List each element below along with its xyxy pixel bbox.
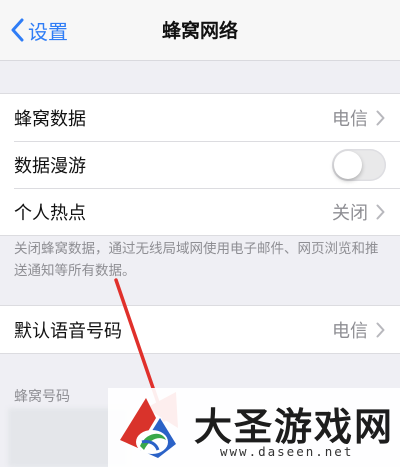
cellular-numbers-header: 蜂窝号码 <box>14 389 70 405</box>
chevron-right-icon <box>374 320 386 340</box>
data-roaming-row: 数据漫游 <box>0 141 400 188</box>
cellular-data-footnote: 关闭蜂窝数据，通过无线局域网使用电子邮件、网页浏览和推送通知等所有数据。 <box>14 241 379 279</box>
cellular-settings-group: 蜂窝数据 电信 数据漫游 个人热点 关闭 <box>0 93 400 236</box>
navigation-bar: 设置 蜂窝网络 <box>0 0 400 61</box>
cellular-data-value: 电信 <box>332 108 368 130</box>
default-voice-line-value: 电信 <box>332 320 368 342</box>
settings-screen: 设置 蜂窝网络 蜂窝数据 电信 数据漫游 个人热点 关闭 关闭蜂窝数据，通过无线… <box>0 0 400 467</box>
toggle-knob <box>334 150 362 179</box>
page-title: 蜂窝网络 <box>161 20 238 42</box>
personal-hotspot-value: 关闭 <box>332 202 368 224</box>
voice-settings-group: 默认语音号码 电信 <box>0 305 400 354</box>
data-roaming-toggle[interactable] <box>332 148 386 181</box>
data-roaming-label: 数据漫游 <box>14 155 86 177</box>
cellular-data-row[interactable]: 蜂窝数据 电信 <box>0 94 400 141</box>
chevron-right-icon <box>374 108 386 128</box>
personal-hotspot-row[interactable]: 个人热点 关闭 <box>0 188 400 235</box>
watermark-url: www.daseen.net <box>220 444 354 459</box>
chevron-right-icon <box>374 202 386 222</box>
cellular-data-label: 蜂窝数据 <box>14 108 86 130</box>
default-voice-line-row[interactable]: 默认语音号码 电信 <box>0 306 400 353</box>
watermark: 大圣游戏网 www.daseen.net <box>108 388 400 467</box>
watermark-title: 大圣游戏网 <box>194 404 395 449</box>
default-voice-line-label: 默认语音号码 <box>14 320 122 342</box>
site-logo <box>120 398 176 458</box>
personal-hotspot-label: 个人热点 <box>14 202 86 224</box>
